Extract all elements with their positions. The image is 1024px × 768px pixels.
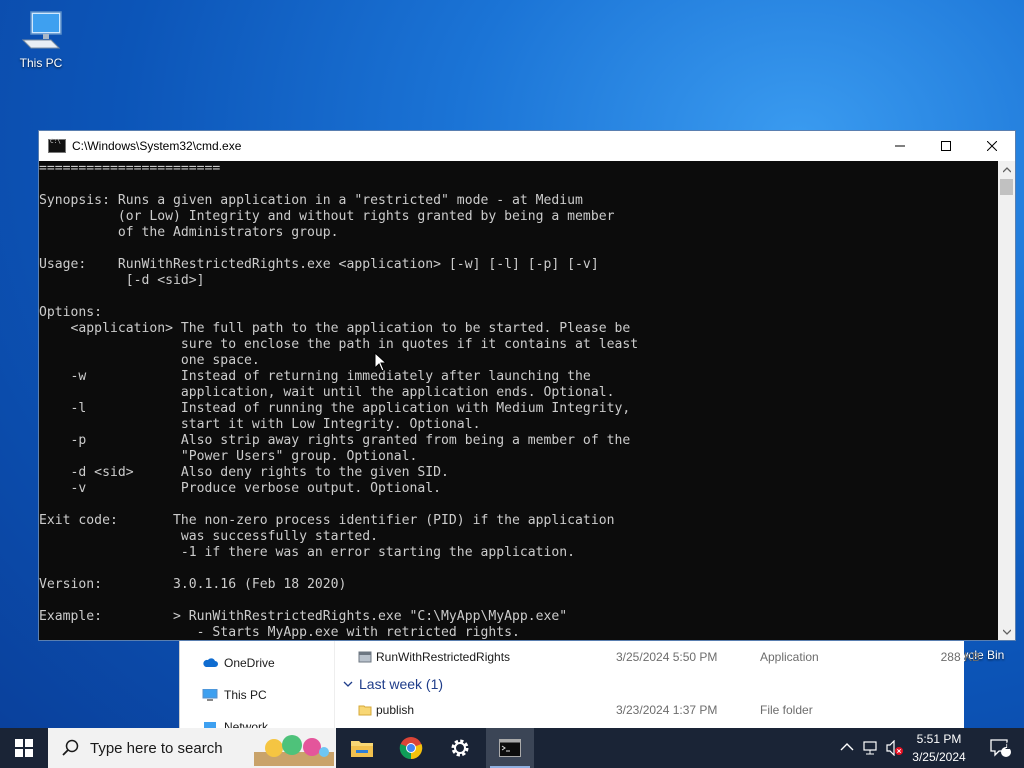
console-line: Example: > RunWithRestrictedRights.exe "… bbox=[39, 609, 568, 624]
notification-count: 1 bbox=[1005, 741, 1011, 751]
console-line: Options: bbox=[39, 305, 103, 320]
network-icon[interactable] bbox=[863, 740, 879, 756]
console-line: Exit code: The non-zero process identifi… bbox=[39, 513, 615, 528]
search-placeholder: Type here to search bbox=[90, 739, 223, 757]
console-line: Synopsis: Runs a given application in a … bbox=[39, 193, 583, 208]
application-icon bbox=[358, 651, 372, 663]
speaker-muted-icon[interactable] bbox=[886, 740, 904, 756]
maximize-button[interactable] bbox=[923, 131, 969, 161]
chevron-down-icon bbox=[1002, 629, 1011, 635]
nav-item-label: OneDrive bbox=[224, 656, 275, 670]
cmd-icon bbox=[499, 739, 521, 757]
taskbar-settings[interactable] bbox=[436, 728, 484, 768]
close-icon bbox=[987, 141, 997, 151]
mouse-pointer-icon bbox=[374, 352, 386, 372]
folder-icon bbox=[351, 741, 373, 757]
clock-time: 5:51 PM bbox=[916, 732, 962, 746]
nav-item-onedrive[interactable]: OneDrive bbox=[202, 656, 275, 670]
this-pc-desktop-icon[interactable]: This PC bbox=[6, 8, 76, 70]
console-line: -p Also strip away rights granted from b… bbox=[39, 433, 631, 448]
file-size: 288 KB bbox=[940, 650, 980, 664]
scroll-down-button[interactable] bbox=[998, 623, 1015, 640]
group-header-label: Last week (1) bbox=[359, 676, 444, 692]
vertical-scrollbar[interactable] bbox=[998, 161, 1015, 640]
chevron-down-icon bbox=[343, 681, 353, 687]
cmd-icon bbox=[48, 138, 66, 153]
console-line: -w Instead of returning immediately afte… bbox=[39, 369, 591, 384]
computer-icon bbox=[202, 689, 218, 701]
taskbar-search-box[interactable]: Type here to search bbox=[48, 728, 336, 768]
cmd-window[interactable]: C:\Windows\System32\cmd.exe ============… bbox=[38, 130, 1016, 641]
console-line: ======================= bbox=[39, 161, 221, 176]
console-line: start it with Low Integrity. Optional. bbox=[39, 417, 481, 432]
console-line: "Power Users" group. Optional. bbox=[39, 449, 418, 464]
taskbar-chrome[interactable] bbox=[387, 728, 435, 768]
console-line: -1 if there was an error starting the ap… bbox=[39, 545, 576, 560]
nav-item-label: This PC bbox=[224, 688, 267, 702]
file-type: Application bbox=[760, 650, 819, 664]
console-line: -d <sid> Also deny rights to the given S… bbox=[39, 465, 449, 480]
console-line: <application> The full path to the appli… bbox=[39, 321, 631, 336]
nav-item-this-pc[interactable]: This PC bbox=[202, 688, 267, 702]
console-line: [-d <sid>] bbox=[39, 273, 205, 288]
console-line: -l Instead of running the application wi… bbox=[39, 401, 631, 416]
file-name: publish bbox=[376, 703, 415, 717]
group-header-last-week[interactable]: Last week (1) bbox=[343, 676, 443, 692]
scrollbar-thumb[interactable] bbox=[1000, 179, 1013, 195]
minimize-icon bbox=[895, 145, 905, 147]
close-button[interactable] bbox=[969, 131, 1015, 161]
file-name: RunWithRestrictedRights bbox=[376, 650, 511, 664]
action-center-button[interactable]: 1 bbox=[976, 728, 1024, 768]
console-line: - Starts MyApp.exe with retricted rights… bbox=[39, 625, 520, 640]
this-pc-label: This PC bbox=[19, 56, 63, 70]
console-line: -v Produce verbose output. Optional. bbox=[39, 481, 442, 496]
windows-logo-icon bbox=[15, 739, 33, 757]
file-date: 3/25/2024 5:50 PM bbox=[616, 650, 718, 664]
file-explorer-window: OneDrive This PC Network RunWithRestrict… bbox=[179, 640, 980, 734]
console-line: Version: 3.0.1.16 (Feb 18 2020) bbox=[39, 577, 347, 592]
cmd-titlebar[interactable]: C:\Windows\System32\cmd.exe bbox=[39, 131, 1015, 161]
console-line: Usage: RunWithRestrictedRights.exe <appl… bbox=[39, 257, 599, 272]
explorer-nav-pane: OneDrive This PC Network bbox=[180, 640, 335, 734]
gear-icon bbox=[451, 739, 469, 757]
console-line: (or Low) Integrity and without rights gr… bbox=[39, 209, 615, 224]
window-title: C:\Windows\System32\cmd.exe bbox=[72, 139, 242, 153]
taskbar-command-prompt[interactable] bbox=[486, 728, 534, 768]
chrome-icon bbox=[399, 737, 423, 760]
file-date: 3/23/2024 1:37 PM bbox=[616, 703, 718, 717]
file-type: File folder bbox=[760, 703, 813, 717]
taskbar-file-explorer[interactable] bbox=[338, 728, 386, 768]
console-line: was successfully started. bbox=[39, 529, 378, 544]
clock-date: 3/25/2024 bbox=[912, 750, 966, 764]
console-line: application, wait until the application … bbox=[39, 385, 615, 400]
chevron-up-icon[interactable] bbox=[840, 740, 854, 754]
taskbar-clock[interactable]: 5:51 PM 3/25/2024 bbox=[904, 730, 974, 766]
search-highlight-art-icon bbox=[254, 735, 334, 766]
minimize-button[interactable] bbox=[877, 131, 923, 161]
folder-icon bbox=[358, 705, 372, 716]
console-line: sure to enclose the path in quotes if it… bbox=[39, 337, 639, 352]
cloud-icon bbox=[203, 658, 218, 667]
maximize-icon bbox=[941, 141, 951, 151]
scroll-up-button[interactable] bbox=[998, 161, 1015, 178]
computer-icon bbox=[21, 11, 62, 49]
console-output[interactable]: ======================= Synopsis: Runs a … bbox=[39, 161, 999, 640]
taskbar: Type here to search 5:51 PM 3/25/2024 1 bbox=[0, 728, 1024, 768]
search-icon bbox=[62, 739, 79, 756]
chevron-up-icon bbox=[1002, 166, 1011, 172]
console-line: of the Administrators group. bbox=[39, 225, 339, 240]
start-button[interactable] bbox=[0, 728, 48, 768]
console-line: one space. bbox=[39, 353, 260, 368]
